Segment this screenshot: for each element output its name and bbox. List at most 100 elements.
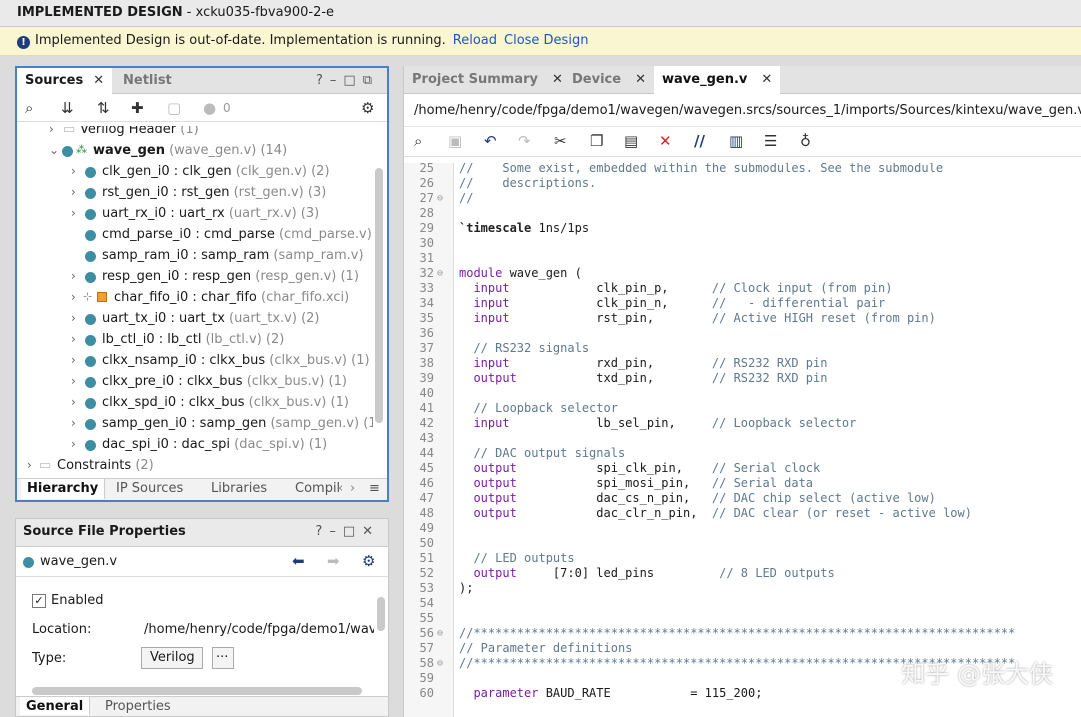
code-line[interactable]: 42 input lb_sel_pin, // Loopback selecto…: [404, 416, 1081, 431]
tree-row[interactable]: › samp_gen_i0 : samp_gen (samp_gen.v) (1…: [17, 414, 373, 435]
tree-row[interactable]: cmd_parse_i0 : cmd_parse (cmd_parse.v): [17, 225, 373, 246]
tab-ip-sources[interactable]: IP Sources: [116, 481, 183, 496]
chevron-right-icon[interactable]: ›: [71, 437, 76, 451]
code-line[interactable]: 54: [404, 596, 1081, 611]
chevron-down-icon[interactable]: ⌄: [49, 143, 59, 157]
cut-icon[interactable]: ✂: [554, 132, 567, 150]
chevron-right-icon[interactable]: ›: [49, 126, 54, 136]
code-line[interactable]: 36: [404, 326, 1081, 341]
type-browse-button[interactable]: ···: [212, 647, 234, 669]
tab-libraries[interactable]: Libraries: [211, 481, 267, 496]
tree-scrollbar[interactable]: [375, 168, 383, 423]
column-select-icon[interactable]: ▥: [729, 132, 743, 150]
chevron-right-icon[interactable]: ›: [71, 206, 76, 220]
add-source-icon[interactable]: ✚: [131, 99, 144, 117]
chevron-right-icon[interactable]: ›: [71, 374, 76, 388]
code-line[interactable]: 43: [404, 431, 1081, 446]
code-line[interactable]: 48 output dac_clr_n_pin, // DAC clear (o…: [404, 506, 1081, 521]
chevron-right-icon[interactable]: ›: [71, 185, 76, 199]
close-icon[interactable]: ✕: [635, 72, 646, 87]
tab-project-summary[interactable]: Project Summary ✕: [404, 66, 571, 94]
close-design-link[interactable]: Close Design: [504, 33, 588, 48]
redo-icon[interactable]: ↷: [518, 132, 531, 150]
indent-icon[interactable]: ☰: [764, 132, 777, 150]
tree-row[interactable]: › rst_gen_i0 : rst_gen (rst_gen.v) (3): [17, 183, 373, 204]
code-line[interactable]: 38 input rxd_pin, // RS232 RXD pin: [404, 356, 1081, 371]
expand-all-icon[interactable]: ⇅: [97, 99, 110, 117]
chevron-right-icon[interactable]: ›: [71, 332, 76, 346]
tree-row[interactable]: › clk_gen_i0 : clk_gen (clk_gen.v) (2): [17, 162, 373, 183]
comment-icon[interactable]: //: [694, 132, 705, 150]
fold-icon[interactable]: ⊖: [437, 656, 443, 671]
code-line[interactable]: 44 // DAC output signals: [404, 446, 1081, 461]
chevron-right-icon[interactable]: ›: [71, 395, 76, 409]
properties-vscrollbar[interactable]: [377, 597, 385, 631]
tab-general[interactable]: General: [20, 697, 91, 715]
chevron-right-icon[interactable]: ›: [71, 290, 76, 304]
tree-row-wave-gen[interactable]: ⌄ ⁂ wave_gen (wave_gen.v) (14): [17, 141, 373, 162]
tree-row[interactable]: samp_ram_i0 : samp_ram (samp_ram.v): [17, 246, 373, 267]
chevron-right-icon[interactable]: ›: [71, 164, 76, 178]
code-line[interactable]: 25 // Some exist, embedded within the sub…: [404, 163, 1081, 176]
back-arrow-icon[interactable]: ⬅: [292, 552, 305, 570]
tree-row[interactable]: › dac_spi_i0 : dac_spi (dac_spi.v) (1): [17, 435, 373, 456]
chevron-left-icon[interactable]: ‹: [338, 481, 343, 496]
tab-netlist[interactable]: Netlist: [115, 68, 180, 94]
code-line[interactable]: 51 // LED outputs: [404, 551, 1081, 566]
code-line[interactable]: 39 output txd_pin, // RS232 RXD pin: [404, 371, 1081, 386]
code-line[interactable]: 28: [404, 206, 1081, 221]
panel-window-controls[interactable]: ?–□✕: [315, 524, 380, 539]
panel-window-controls[interactable]: ?–□⧉: [316, 73, 379, 88]
gear-icon[interactable]: ⚙: [361, 99, 374, 117]
tab-menu-icon[interactable]: ≡: [369, 481, 380, 496]
collapse-all-icon[interactable]: ⇊: [61, 99, 74, 117]
chevron-right-icon[interactable]: ›: [71, 416, 76, 430]
code-editor[interactable]: 25 // Some exist, embedded within the sub…: [404, 163, 1081, 717]
code-line[interactable]: 41 // Loopback selector: [404, 401, 1081, 416]
tree-row[interactable]: › uart_tx_i0 : uart_tx (uart_tx.v) (2): [17, 309, 373, 330]
code-line[interactable]: 53);: [404, 581, 1081, 596]
save-icon[interactable]: ▣: [448, 132, 462, 150]
code-line[interactable]: 47 output dac_cs_n_pin, // DAC chip sele…: [404, 491, 1081, 506]
fold-icon[interactable]: ⊖: [437, 266, 443, 281]
close-icon[interactable]: ✕: [93, 73, 104, 88]
code-line[interactable]: 50: [404, 536, 1081, 551]
search-icon[interactable]: ⌕: [25, 99, 33, 117]
tab-wave-gen[interactable]: wave_gen.v ✕: [654, 66, 781, 94]
chevron-right-icon[interactable]: ›: [71, 269, 76, 283]
code-line[interactable]: 32 ⊖ module wave_gen (: [404, 266, 1081, 281]
lightbulb-icon[interactable]: ♁: [800, 132, 811, 150]
chevron-right-icon[interactable]: ›: [350, 481, 355, 496]
code-line[interactable]: 33 input clk_pin_p, // Clock input (from…: [404, 281, 1081, 296]
code-line[interactable]: 45 output spi_clk_pin, // Serial clock: [404, 461, 1081, 476]
copy-icon[interactable]: ❐: [590, 132, 603, 150]
tree-row[interactable]: › resp_gen_i0 : resp_gen (resp_gen.v) (1…: [17, 267, 373, 288]
code-line[interactable]: 56 ⊖ //***********************************…: [404, 626, 1081, 641]
tab-sources[interactable]: Sources ✕: [17, 68, 113, 94]
tree-row-constraints[interactable]: › ▭ Constraints (2): [17, 456, 373, 476]
search-icon[interactable]: ⌕: [414, 132, 422, 150]
paste-icon[interactable]: ▤: [624, 132, 638, 150]
delete-icon[interactable]: ✕: [659, 132, 672, 150]
close-icon[interactable]: ✕: [761, 72, 772, 87]
code-line[interactable]: 49: [404, 521, 1081, 536]
tree-row[interactable]: › lb_ctl_i0 : lb_ctl (lb_ctl.v) (2): [17, 330, 373, 351]
code-line[interactable]: 26 // descriptions.: [404, 176, 1081, 191]
fold-icon[interactable]: ⊖: [437, 626, 443, 641]
gear-icon[interactable]: ⚙: [362, 552, 375, 570]
undo-icon[interactable]: ↶: [484, 132, 497, 150]
code-line[interactable]: 29 `timescale 1ns/1ps: [404, 221, 1081, 236]
tree-row[interactable]: › ▭ Verilog Header (1): [17, 126, 373, 141]
tab-properties[interactable]: Properties: [105, 699, 171, 714]
code-line[interactable]: 37 // RS232 signals: [404, 341, 1081, 356]
chevron-right-icon[interactable]: ›: [71, 353, 76, 367]
enabled-checkbox[interactable]: ✓: [32, 594, 46, 608]
code-line[interactable]: 46 output spi_mosi_pin, // Serial data: [404, 476, 1081, 491]
code-line[interactable]: 52 output [7:0] led_pins // 8 LED output…: [404, 566, 1081, 581]
tab-compile-order[interactable]: Compil: [295, 481, 340, 496]
chevron-right-icon[interactable]: ›: [27, 458, 32, 472]
tree-row[interactable]: › ⊹ char_fifo_i0 : char_fifo (char_fifo.…: [17, 288, 373, 309]
code-line[interactable]: 31: [404, 251, 1081, 266]
chevron-right-icon[interactable]: ›: [71, 311, 76, 325]
fold-icon[interactable]: ⊖: [437, 191, 443, 206]
